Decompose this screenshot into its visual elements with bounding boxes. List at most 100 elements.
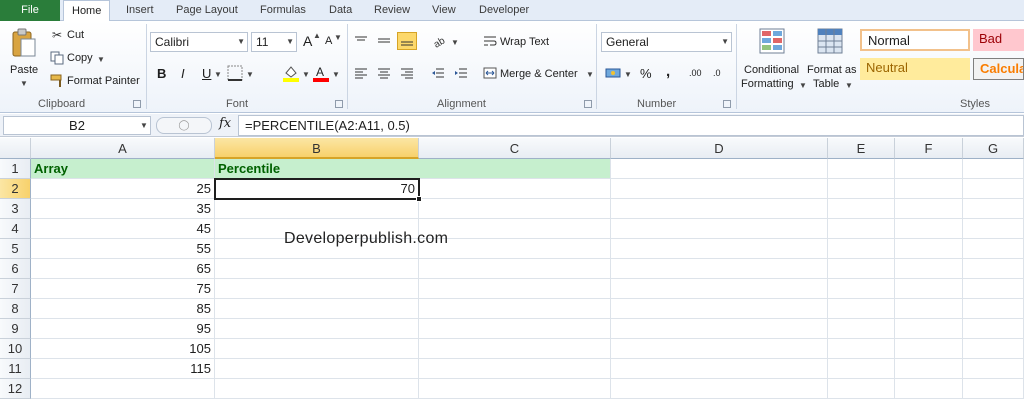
paste-icon[interactable]: [10, 27, 38, 59]
style-calculation[interactable]: Calculat: [973, 58, 1024, 80]
increase-decimal-button[interactable]: .00: [689, 68, 702, 78]
accounting-dropdown-icon[interactable]: ▼: [624, 70, 632, 79]
align-top-icon[interactable]: [353, 33, 369, 49]
grid-cell[interactable]: [963, 219, 1024, 239]
style-neutral[interactable]: Neutral: [860, 58, 970, 80]
insert-function-button[interactable]: fx: [219, 116, 231, 131]
formula-bar-splitter[interactable]: ◯: [156, 117, 212, 134]
grid-cell[interactable]: [963, 199, 1024, 219]
grid-cell[interactable]: [611, 239, 828, 259]
number-format-select[interactable]: General ▼: [601, 32, 732, 52]
format-as-table-button[interactable]: Format as: [807, 64, 857, 76]
grid-cell[interactable]: [895, 239, 963, 259]
comma-style-button[interactable]: ,: [666, 63, 670, 80]
grid-cell[interactable]: [828, 359, 895, 379]
grid-cell[interactable]: [611, 219, 828, 239]
tab-view[interactable]: View: [424, 0, 464, 21]
grid-cell[interactable]: [963, 339, 1024, 359]
bold-button[interactable]: B: [157, 66, 166, 81]
grid-cell[interactable]: [828, 339, 895, 359]
cell-b1[interactable]: Percentile: [215, 159, 611, 179]
align-bottom-icon[interactable]: [397, 32, 417, 50]
copy-dropdown-icon[interactable]: ▼: [97, 55, 105, 64]
row-header[interactable]: 10: [0, 339, 31, 359]
row-header[interactable]: 12: [0, 379, 31, 399]
grid-cell[interactable]: [611, 379, 828, 399]
grow-font-button[interactable]: A: [303, 33, 312, 49]
copy-button[interactable]: Copy: [67, 52, 93, 64]
underline-button[interactable]: U: [202, 66, 211, 81]
formula-input[interactable]: =PERCENTILE(A2:A11, 0.5): [238, 115, 1024, 136]
cell-a3[interactable]: 35: [31, 199, 215, 219]
grid-cell[interactable]: [828, 259, 895, 279]
grid-cell[interactable]: [215, 379, 419, 399]
grid-cell[interactable]: [828, 159, 895, 179]
grid-cell[interactable]: [828, 279, 895, 299]
grid-cell[interactable]: [31, 379, 215, 399]
grid-cell[interactable]: [611, 179, 828, 199]
grid-cell[interactable]: [895, 319, 963, 339]
row-header[interactable]: 7: [0, 279, 31, 299]
cell-a2[interactable]: 25: [31, 179, 215, 199]
percent-style-button[interactable]: %: [640, 66, 652, 81]
row-header[interactable]: 5: [0, 239, 31, 259]
grid-cell[interactable]: [828, 199, 895, 219]
fill-color-dropdown-icon[interactable]: ▼: [302, 70, 310, 79]
column-header-d[interactable]: D: [611, 138, 828, 159]
column-header-b[interactable]: B: [215, 138, 419, 159]
grid-cell[interactable]: [895, 299, 963, 319]
grid-cell[interactable]: [215, 259, 419, 279]
tab-insert[interactable]: Insert: [118, 0, 162, 21]
column-header-a[interactable]: A: [31, 138, 215, 159]
row-header[interactable]: 4: [0, 219, 31, 239]
grid-cell[interactable]: [611, 279, 828, 299]
conditional-formatting-dropdown-icon[interactable]: ▼: [799, 81, 807, 90]
grid-cell[interactable]: [895, 339, 963, 359]
grid-cell[interactable]: [895, 259, 963, 279]
wrap-text-button[interactable]: Wrap Text: [500, 36, 549, 48]
grid-cell[interactable]: [215, 279, 419, 299]
style-normal[interactable]: Normal: [860, 29, 970, 51]
grid-cell[interactable]: [895, 279, 963, 299]
grid-cell[interactable]: [963, 239, 1024, 259]
grid-cell[interactable]: [419, 339, 611, 359]
column-header-c[interactable]: C: [419, 138, 611, 159]
grid-cell[interactable]: [419, 259, 611, 279]
underline-dropdown-icon[interactable]: ▼: [214, 70, 222, 79]
row-header[interactable]: 9: [0, 319, 31, 339]
cell-a11[interactable]: 115: [31, 359, 215, 379]
cut-button[interactable]: Cut: [67, 29, 84, 41]
grid-cell[interactable]: [828, 239, 895, 259]
tab-review[interactable]: Review: [366, 0, 418, 21]
cell-a8[interactable]: 85: [31, 299, 215, 319]
grid-cell[interactable]: [828, 299, 895, 319]
clipboard-launcher-icon[interactable]: [133, 100, 141, 108]
grid-cell[interactable]: [419, 199, 611, 219]
name-box[interactable]: B2: [3, 116, 151, 135]
grid-cell[interactable]: [963, 379, 1024, 399]
format-painter-icon[interactable]: [50, 74, 64, 88]
merge-center-icon[interactable]: [482, 65, 498, 81]
row-header[interactable]: 2: [0, 179, 31, 199]
grid-cell[interactable]: [963, 179, 1024, 199]
conditional-formatting-icon[interactable]: [758, 27, 786, 55]
grid-cell[interactable]: [611, 259, 828, 279]
cell-a6[interactable]: 65: [31, 259, 215, 279]
align-center-icon[interactable]: [376, 65, 392, 81]
merge-center-dropdown-icon[interactable]: ▼: [586, 70, 594, 79]
grid-cell[interactable]: [895, 379, 963, 399]
grid-cell[interactable]: [215, 359, 419, 379]
grid-cell[interactable]: [215, 199, 419, 219]
copy-icon[interactable]: [50, 51, 64, 65]
grid-cell[interactable]: [215, 339, 419, 359]
grid-cell[interactable]: [828, 319, 895, 339]
grid-cell[interactable]: [963, 159, 1024, 179]
accounting-format-icon[interactable]: [604, 65, 622, 81]
paste-button[interactable]: Paste: [10, 64, 38, 76]
cell-a5[interactable]: 55: [31, 239, 215, 259]
grid-cell[interactable]: [611, 339, 828, 359]
grid-cell[interactable]: [895, 179, 963, 199]
column-header-e[interactable]: E: [828, 138, 895, 159]
grid-cell[interactable]: [215, 299, 419, 319]
row-header[interactable]: 3: [0, 199, 31, 219]
